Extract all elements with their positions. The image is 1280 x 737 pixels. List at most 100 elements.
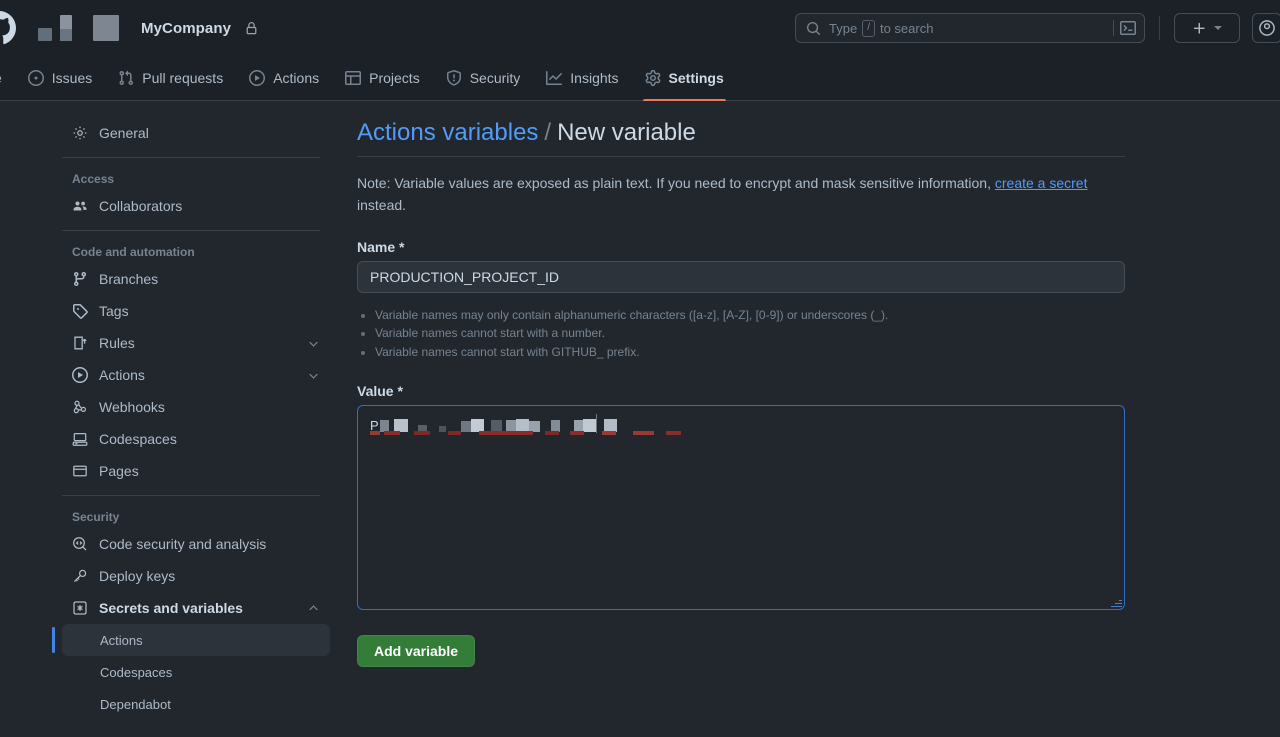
global-header: MyCompany Type / to search [0, 0, 1280, 56]
name-field-label: Name * [357, 239, 1280, 255]
sidebar-item-label: Secrets and variables [99, 600, 243, 616]
sidebar-item-rules[interactable]: Rules [62, 327, 330, 359]
terminal-icon [1120, 20, 1136, 36]
create-new-button[interactable] [1174, 13, 1240, 43]
name-input[interactable] [357, 261, 1125, 293]
sidebar-item-label: Actions [99, 367, 145, 383]
sidebar-item-label: Webhooks [99, 399, 165, 415]
sidebar-item-webhooks[interactable]: Webhooks [62, 391, 330, 423]
chevron-down-icon[interactable] [307, 337, 320, 350]
chevron-down-icon [307, 305, 320, 318]
sidebar-subitem-codespaces[interactable]: Codespaces [62, 656, 330, 688]
search-slash-key: / [862, 20, 875, 37]
sidebar-subitem-label: Codespaces [100, 665, 172, 680]
breadcrumb-separator: / [538, 119, 557, 146]
sidebar-item-deploy-keys[interactable]: Deploy keys [62, 560, 330, 592]
play-icon [249, 70, 265, 86]
nav-item-actions[interactable]: Actions [239, 56, 329, 100]
rules-icon [72, 335, 88, 351]
header-right-group: Type / to search [795, 13, 1268, 43]
sidebar-heading-code-and-automation: Code and automation [62, 239, 330, 263]
nav-item-insights[interactable]: Insights [536, 56, 628, 100]
sidebar-divider [62, 230, 320, 231]
sidebar-item-label: Tags [99, 303, 129, 319]
sidebar-item-collaborators[interactable]: Collaborators [62, 190, 330, 222]
note-prefix: Note: Variable values are exposed as pla… [357, 175, 995, 191]
header-left-group: MyCompany [0, 11, 258, 45]
org-name[interactable]: MyCompany [141, 20, 231, 37]
sidebar-subitem-actions[interactable]: Actions [62, 624, 330, 656]
sidebar-item-label: Rules [99, 335, 135, 351]
search-placeholder-suffix: to search [880, 21, 933, 36]
sidebar-item-code-security-and-analysis[interactable]: Code security and analysis [62, 528, 330, 560]
nav-item-label: Insights [570, 70, 618, 86]
name-hint: Variable names cannot start with a numbe… [375, 324, 1280, 343]
breadcrumb-redacted-2 [60, 15, 73, 41]
sidebar-item-codespaces[interactable]: Codespaces [62, 423, 330, 455]
gear-icon [645, 70, 661, 86]
sidebar-item-general[interactable]: General [62, 117, 330, 149]
breadcrumb-current: New variable [557, 119, 696, 146]
sidebar-item-label: Pages [99, 463, 139, 479]
name-hint: Variable names may only contain alphanum… [375, 306, 1280, 325]
nav-item-label: Actions [273, 70, 319, 86]
breadcrumb-actions-variables-link[interactable]: Actions variables [357, 119, 538, 146]
graph-icon [546, 70, 562, 86]
sidebar-item-label: Branches [99, 271, 158, 287]
sidebar-item-tags[interactable]: Tags [62, 295, 330, 327]
nav-item-issues[interactable]: Issues [18, 56, 102, 100]
github-logo-icon[interactable] [0, 11, 16, 45]
value-textarea[interactable]: P [357, 405, 1125, 610]
tag-icon [72, 303, 88, 319]
sidebar-heading-access: Access [62, 166, 330, 190]
sidebar-item-branches[interactable]: Branches [62, 263, 330, 295]
avatar[interactable] [1252, 13, 1280, 43]
page-body: General Access Collaborators Code and au… [0, 101, 1280, 737]
search-divider [1113, 20, 1114, 36]
sidebar-item-label: General [99, 125, 149, 141]
nav-item-settings[interactable]: Settings [635, 56, 734, 100]
name-hint: Variable names cannot start with GITHUB_… [375, 343, 1280, 362]
chevron-down-icon[interactable] [307, 369, 320, 382]
sidebar-item-secrets-and-variables[interactable]: Secrets and variables [62, 592, 330, 624]
play-icon [72, 367, 88, 383]
nav-item-code[interactable]: e [0, 56, 12, 100]
nav-item-label: Pull requests [142, 70, 223, 86]
git-branch-icon [72, 271, 88, 287]
text-cursor [596, 414, 597, 433]
key-icon [72, 568, 88, 584]
resize-handle[interactable] [1111, 596, 1122, 607]
nav-item-label: Security [470, 70, 521, 86]
sidebar-subitem-label: Dependabot [100, 697, 171, 712]
note-text: Note: Variable values are exposed as pla… [357, 173, 1125, 216]
sidebar-divider [62, 495, 320, 496]
gear-icon [72, 125, 88, 141]
lock-icon [245, 22, 258, 35]
code-scan-icon [72, 536, 88, 552]
repo-nav: e Issues Pull requests Actions Projects … [0, 56, 1280, 101]
people-icon [72, 198, 88, 214]
sidebar-item-label: Deploy keys [99, 568, 175, 584]
sidebar-item-label: Collaborators [99, 198, 182, 214]
browser-icon [72, 463, 88, 479]
nav-item-security[interactable]: Security [436, 56, 531, 100]
search-input[interactable]: Type / to search [795, 13, 1145, 43]
create-a-secret-link[interactable]: create a secret [995, 175, 1088, 191]
asterisk-icon [72, 600, 88, 616]
sidebar-item-pages[interactable]: Pages [62, 455, 330, 487]
nav-item-projects[interactable]: Projects [335, 56, 430, 100]
name-hints-list: Variable names may only contain alphanum… [375, 306, 1280, 362]
command-palette-group[interactable] [1113, 20, 1136, 36]
nav-item-pull-requests[interactable]: Pull requests [108, 56, 233, 100]
sidebar-divider [62, 157, 320, 158]
breadcrumb-redacted-1 [38, 28, 52, 41]
nav-item-label: Projects [369, 70, 420, 86]
issue-opened-icon [28, 70, 44, 86]
chevron-up-icon[interactable] [307, 602, 320, 615]
note-suffix: instead. [357, 197, 406, 213]
sidebar-item-actions[interactable]: Actions [62, 359, 330, 391]
breadcrumb-redacted-3 [93, 15, 119, 41]
add-variable-button[interactable]: Add variable [357, 635, 475, 667]
title-divider [357, 156, 1125, 157]
sidebar-subitem-dependabot[interactable]: Dependabot [62, 688, 330, 720]
